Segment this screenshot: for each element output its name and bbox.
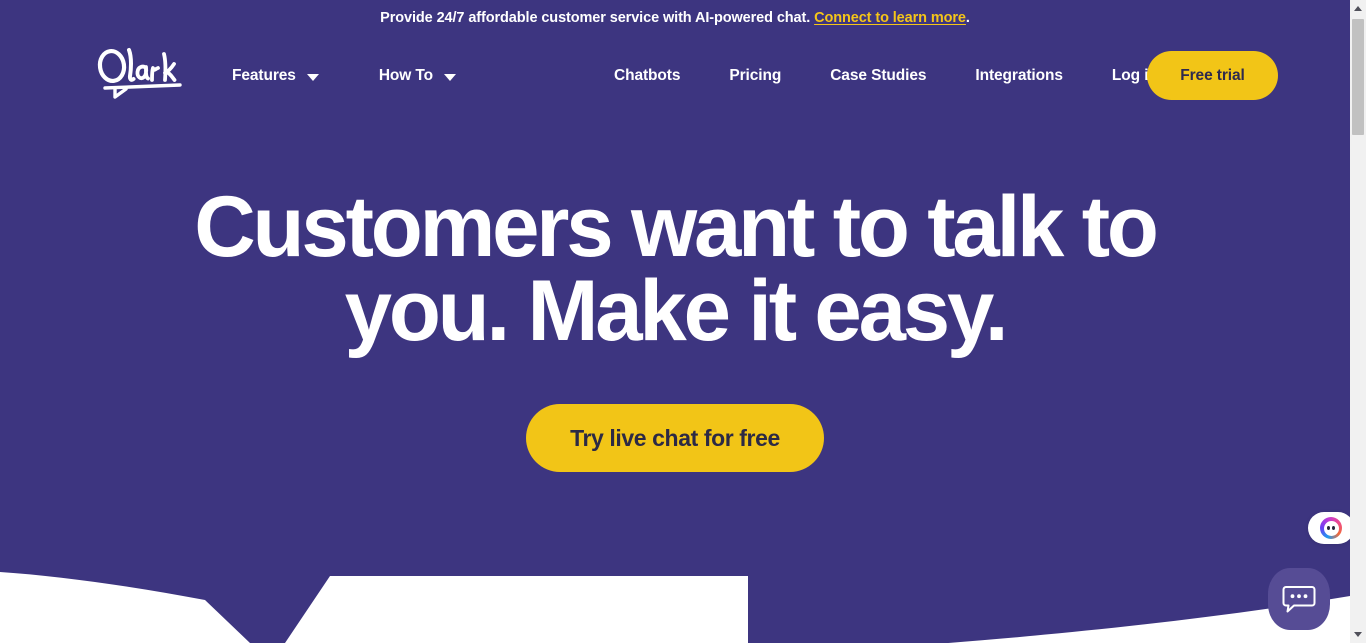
try-live-chat-button[interactable]: Try live chat for free xyxy=(526,404,824,472)
chat-bubble-icon xyxy=(1282,586,1316,613)
nav-item-how-to[interactable]: How To xyxy=(378,67,457,85)
announcement-text-before: Provide 24/7 affordable customer service… xyxy=(380,10,815,26)
eye-dot-left xyxy=(1327,526,1330,530)
arrow-down-icon xyxy=(1354,632,1362,637)
nav-item-chatbots[interactable]: Chatbots xyxy=(614,67,680,85)
announcement-banner: Provide 24/7 affordable customer service… xyxy=(0,0,1350,36)
announcement-text: Provide 24/7 affordable customer service… xyxy=(380,10,970,26)
nav-item-how-to-label: How To xyxy=(378,67,434,84)
nav-item-pricing[interactable]: Pricing xyxy=(729,67,781,85)
page-scrollbar[interactable] xyxy=(1350,0,1366,643)
gradient-eyes-icon xyxy=(1323,520,1339,536)
main-navigation: Features How To Chatbots Pricing Case St… xyxy=(0,36,1350,116)
nav-item-integrations[interactable]: Integrations xyxy=(975,67,1063,85)
nav-item-features[interactable]: Features xyxy=(232,67,319,85)
live-chat-launcher[interactable] xyxy=(1268,568,1330,630)
gradient-ring-icon xyxy=(1320,517,1342,539)
nav-dropdown-group: Features How To xyxy=(232,36,457,116)
hero-headline: Customers want to talk to you. Make it e… xyxy=(7,184,1344,354)
free-trial-button[interactable]: Free trial xyxy=(1147,51,1278,100)
announcement-text-after: . xyxy=(965,10,970,26)
browser-viewport: Provide 24/7 affordable customer service… xyxy=(0,0,1350,643)
hero-headline-line2: you. Make it easy. xyxy=(344,263,1009,359)
nav-item-case-studies[interactable]: Case Studies xyxy=(830,67,926,85)
hero-headline-line1: Customers want to talk to xyxy=(194,179,1159,275)
nav-item-features-label: Features xyxy=(232,67,296,84)
accessibility-eye-widget[interactable] xyxy=(1308,512,1350,544)
nav-link-group: Chatbots Pricing Case Studies Integratio… xyxy=(614,36,1158,116)
page-root: Provide 24/7 affordable customer service… xyxy=(0,0,1366,643)
scrollbar-thumb[interactable] xyxy=(1352,19,1364,135)
arrow-up-icon xyxy=(1354,6,1362,11)
scrollbar-up-button[interactable] xyxy=(1350,0,1366,17)
hero-section: Customers want to talk to you. Make it e… xyxy=(0,184,1350,472)
eye-dot-right xyxy=(1332,526,1335,530)
scrollbar-down-button[interactable] xyxy=(1350,626,1366,643)
chevron-down-icon xyxy=(444,73,457,81)
announcement-link[interactable]: Connect to learn more xyxy=(814,10,966,26)
chevron-down-icon xyxy=(306,73,319,81)
olark-logo[interactable] xyxy=(96,44,186,104)
